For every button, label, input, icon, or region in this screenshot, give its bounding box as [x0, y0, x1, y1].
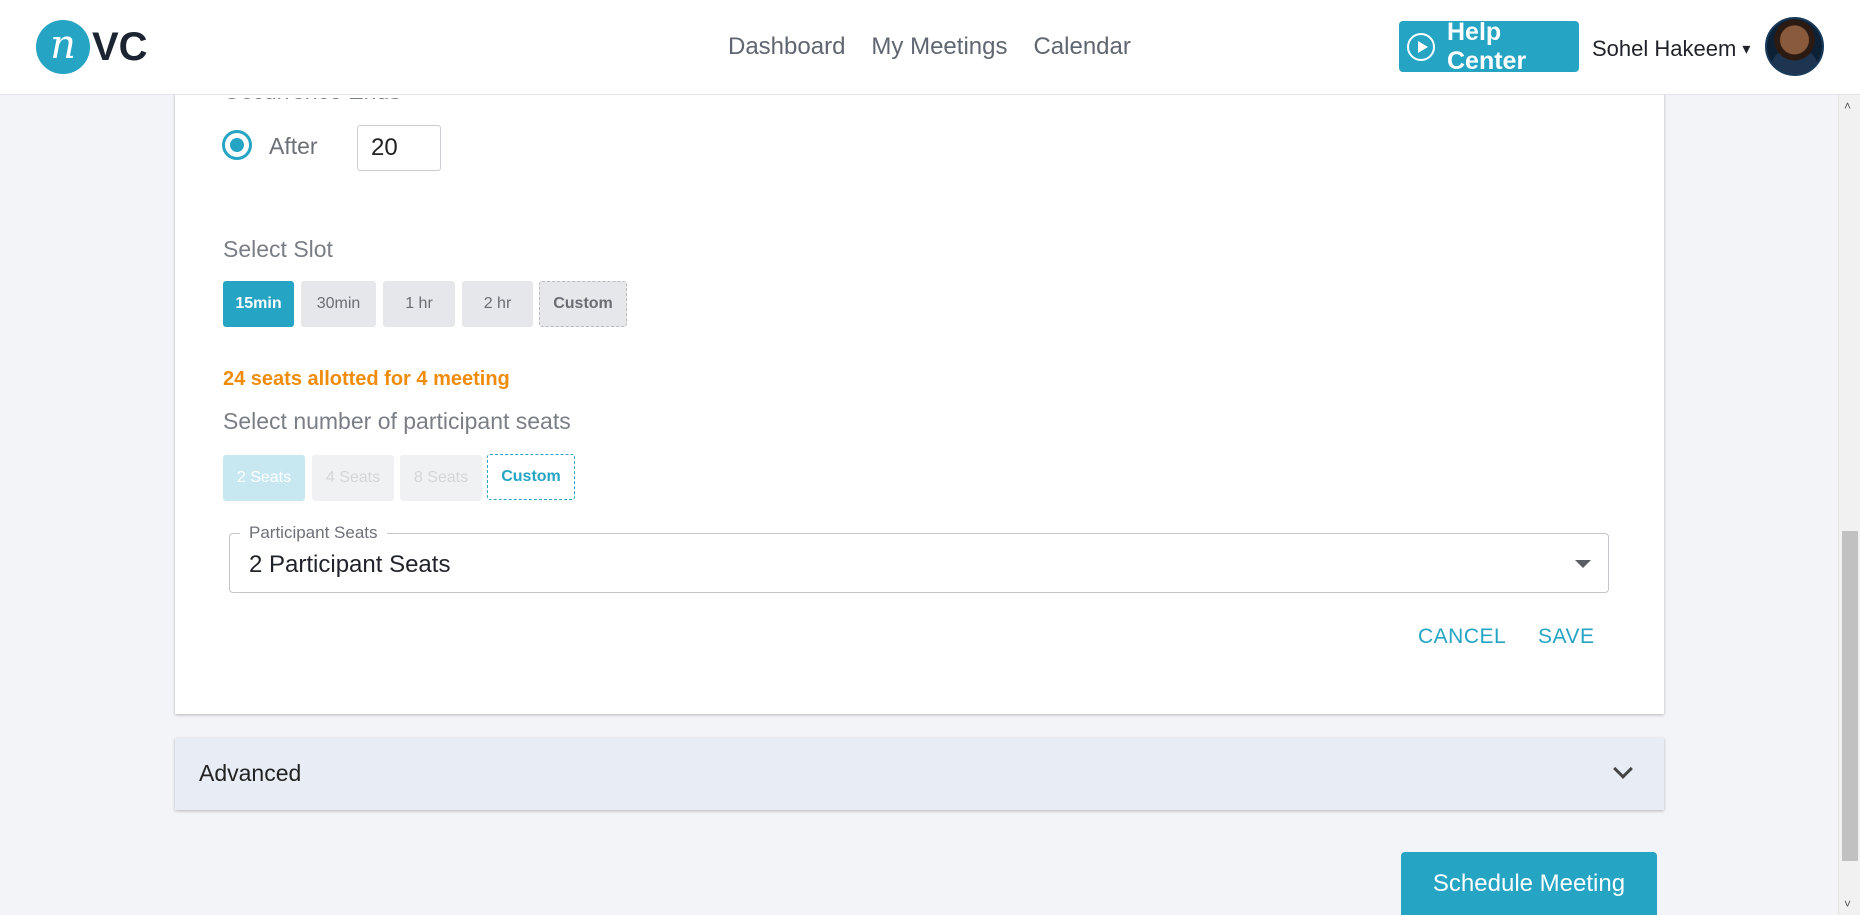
select-seats-title: Select number of participant seats — [223, 408, 571, 434]
help-center-button[interactable]: Help Center — [1399, 18, 1579, 75]
play-circle-icon — [1407, 32, 1435, 61]
participant-seats-value: 2 Participant Seats — [249, 551, 451, 578]
user-name: Sohel Hakeem — [1592, 36, 1737, 61]
logo-text: VC — [92, 24, 148, 69]
participant-seats-label: Participant Seats — [240, 523, 387, 543]
scroll-down-icon[interactable]: ˅ — [1844, 898, 1854, 910]
slot-custom[interactable]: Custom — [539, 281, 627, 327]
user-menu[interactable]: Sohel Hakeem ▾ — [1592, 36, 1750, 62]
seats-8[interactable]: 8 Seats — [400, 455, 482, 501]
main-nav: Dashboard My Meetings Calendar — [728, 33, 1131, 61]
slot-15min[interactable]: 15min — [223, 281, 294, 327]
after-label: After — [269, 133, 318, 159]
nav-dashboard[interactable]: Dashboard — [728, 33, 845, 61]
help-center-label: Help Center — [1447, 17, 1527, 75]
dropdown-arrow-icon — [1575, 560, 1591, 568]
logo-mark: n — [36, 20, 90, 74]
slot-30min[interactable]: 30min — [301, 281, 376, 327]
seats-2[interactable]: 2 Seats — [223, 455, 305, 501]
after-radio[interactable] — [222, 130, 252, 160]
page-scrollbar[interactable]: ˄ ˅ — [1838, 95, 1860, 915]
seats-4[interactable]: 4 Seats — [312, 455, 394, 501]
scroll-up-icon[interactable]: ˄ — [1844, 100, 1854, 112]
caret-down-icon: ▾ — [1742, 41, 1751, 58]
meeting-form-card: Occurrence Ends After Select Slot 15min … — [175, 90, 1664, 714]
seats-custom[interactable]: Custom — [487, 454, 575, 500]
slot-1hr[interactable]: 1 hr — [383, 281, 455, 327]
scroll-thumb[interactable] — [1842, 531, 1858, 861]
nav-calendar[interactable]: Calendar — [1033, 33, 1130, 61]
slot-2hr[interactable]: 2 hr — [462, 281, 533, 327]
advanced-label: Advanced — [199, 760, 302, 786]
save-button[interactable]: SAVE — [1538, 625, 1594, 649]
schedule-meeting-button[interactable]: Schedule Meeting — [1401, 852, 1657, 915]
cancel-button[interactable]: CANCEL — [1418, 625, 1506, 649]
top-header: n VC Dashboard My Meetings Calendar Help… — [0, 0, 1860, 95]
logo[interactable]: n VC — [36, 19, 148, 75]
participant-seats-select[interactable]: Participant Seats 2 Participant Seats — [229, 523, 1609, 593]
chevron-down-icon — [1613, 759, 1633, 779]
avatar[interactable] — [1765, 17, 1824, 76]
select-slot-title: Select Slot — [223, 236, 333, 262]
nav-my-meetings[interactable]: My Meetings — [871, 33, 1007, 61]
seats-allotted-note: 24 seats allotted for 4 meeting — [223, 368, 510, 390]
advanced-accordion[interactable]: Advanced — [175, 738, 1664, 810]
occurrence-count-input[interactable] — [357, 125, 441, 171]
